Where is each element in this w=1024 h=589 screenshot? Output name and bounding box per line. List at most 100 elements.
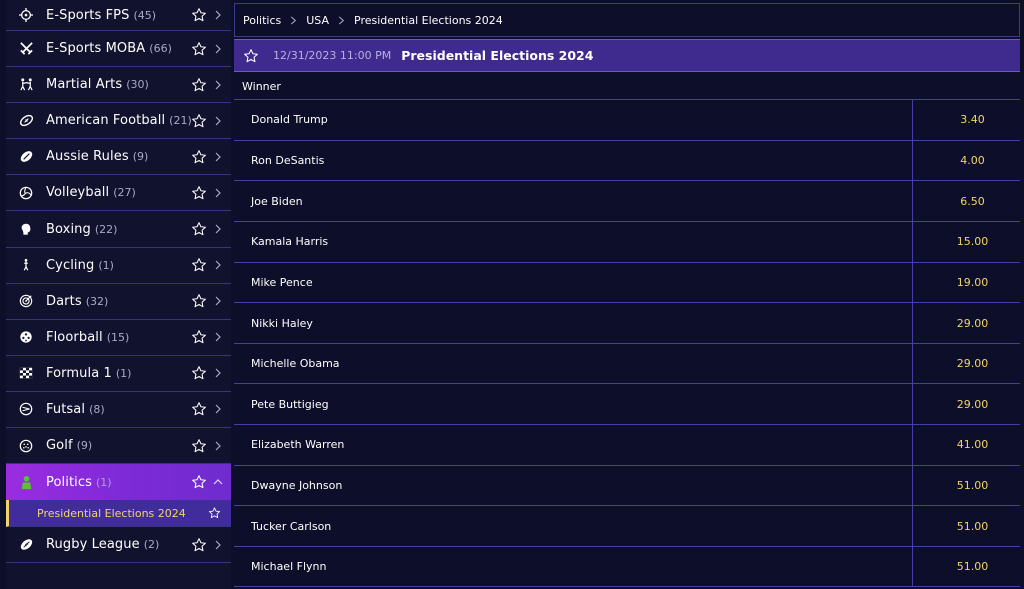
odds-button[interactable]: 29.00 [913,344,1020,384]
politics-person-icon [18,474,34,490]
odds-button[interactable]: 29.00 [913,303,1020,343]
chevron-right-icon[interactable] [213,152,223,162]
sidebar-item-aussie-rules[interactable]: Aussie Rules (9) [6,139,231,176]
sidebar-item-count: (1) [95,475,112,489]
star-icon[interactable] [191,401,207,417]
chevron-right-icon[interactable] [213,188,223,198]
sidebar-item-count: (9) [76,439,93,453]
sidebar-item-floorball[interactable]: Floorball (15) [6,320,231,356]
odds-button[interactable]: 19.00 [913,263,1020,303]
event-title: Presidential Elections 2024 [401,48,594,63]
breadcrumb-item-event: Presidential Elections 2024 [354,13,503,27]
star-icon[interactable] [243,48,259,64]
star-icon[interactable] [191,329,207,345]
chevron-right-icon[interactable] [213,540,223,550]
sidebar-item-count: (2) [143,538,160,552]
runner-name: Nikki Haley [234,303,913,343]
chevron-right-icon [338,15,345,25]
aussie-rules-ball-icon [18,149,34,165]
chevron-right-icon[interactable] [213,44,223,54]
odds-button[interactable]: 51.00 [913,506,1020,546]
sidebar-item-e-sports-fps[interactable]: E-Sports FPS (45) [6,0,231,31]
sidebar-item-martial-arts[interactable]: Martial Arts (30) [6,67,231,104]
sidebar-item-label: Floorball [46,329,103,345]
sidebar-item-label: American Football [46,113,166,129]
table-row: Tucker Carlson 51.00 [234,505,1020,547]
chevron-right-icon[interactable] [213,368,223,378]
table-row: Mike Pence 19.00 [234,261,1020,303]
sidebar-item-rugby-league[interactable]: Rugby League (2) [6,527,231,564]
sidebar-item-futsal[interactable]: Futsal (8) [6,392,231,429]
sidebar-item-count: (22) [94,222,118,236]
sidebar-item-formula-1[interactable]: Formula 1 (1) [6,356,231,392]
chevron-right-icon[interactable] [213,296,223,306]
chevron-right-icon[interactable] [213,10,223,20]
sidebar-item-count: (30) [126,78,149,92]
sidebar-item-golf[interactable]: Golf (9) [6,428,231,465]
star-icon[interactable] [191,185,207,201]
cycling-icon [18,257,34,273]
chevron-right-icon[interactable] [213,404,223,414]
odds-button[interactable]: 6.50 [913,181,1020,221]
odds-button[interactable]: 51.00 [913,547,1020,586]
chevron-right-icon[interactable] [213,224,223,234]
odds-button[interactable]: 51.00 [913,466,1020,506]
star-icon[interactable] [191,77,207,93]
sidebar-item-boxing[interactable]: Boxing (22) [6,211,231,248]
sidebar-item-e-sports-moba[interactable]: E-Sports MOBA (66) [6,31,231,68]
star-icon[interactable] [191,257,207,273]
sidebar-item-count: (8) [89,402,105,416]
chevron-right-icon[interactable] [213,80,223,90]
star-icon[interactable] [191,41,207,57]
chevron-right-icon[interactable] [213,441,223,451]
event-header: 12/31/2023 11:00 PM Presidential Electio… [234,39,1020,72]
sidebar-item-volleyball[interactable]: Volleyball (27) [6,175,231,212]
table-row: Nikki Haley 29.00 [234,302,1020,343]
martial-arts-icon [18,77,34,93]
crossed-swords-icon [18,41,34,57]
star-icon[interactable] [208,507,221,520]
sidebar-subitem-presidential-elections-2024[interactable]: Presidential Elections 2024 [6,500,231,528]
sidebar-item-label: Politics [46,474,92,490]
star-icon[interactable] [191,293,207,309]
chevron-up-icon[interactable] [213,477,223,487]
sidebar-item-label: Golf [46,438,73,454]
runner-name: Dwayne Johnson [234,465,913,506]
star-icon[interactable] [191,438,207,454]
table-row: Elizabeth Warren 41.00 [234,424,1020,465]
table-row: Pete Buttigieg 29.00 [234,383,1020,425]
futsal-icon [18,401,34,417]
sidebar-item-darts[interactable]: Darts (32) [6,284,231,320]
sidebar-item-label: Darts [46,293,82,309]
sidebar-item-label: E-Sports MOBA [46,41,146,57]
chevron-right-icon[interactable] [213,260,223,270]
star-icon[interactable] [191,113,207,129]
event-date: 12/31/2023 11:00 PM [273,49,392,62]
sidebar-item-label: Formula 1 [46,365,112,381]
chevron-right-icon[interactable] [213,332,223,342]
star-icon[interactable] [191,221,207,237]
sports-list: E-Sports FPS (45) E-Sports MOBA (66) Martial… [6,0,231,564]
sidebar-item-american-football[interactable]: American Football (21) [6,103,231,140]
star-icon[interactable] [191,365,207,381]
sidebar-item-label: Futsal [46,401,86,417]
odds-button[interactable]: 29.00 [913,384,1020,424]
odds-button[interactable]: 3.40 [913,100,1020,140]
odds-button[interactable]: 4.00 [913,141,1020,181]
golf-ball-icon [18,438,34,454]
breadcrumb-item-usa[interactable]: USA [306,14,329,27]
chevron-right-icon[interactable] [213,116,223,126]
breadcrumb: Politics USA Presidential Elections 2024 [234,3,1020,37]
runner-name: Donald Trump [234,100,913,140]
star-icon[interactable] [191,149,207,165]
sidebar-item-count: (66) [149,42,172,56]
breadcrumb-item-politics[interactable]: Politics [243,14,281,27]
star-icon[interactable] [191,474,207,490]
odds-button[interactable]: 41.00 [913,425,1020,465]
sidebar-subitem-label: Presidential Elections 2024 [37,506,186,520]
star-icon[interactable] [191,7,207,23]
star-icon[interactable] [191,537,207,553]
sidebar-item-politics[interactable]: Politics (1) [6,464,231,501]
odds-button[interactable]: 15.00 [913,222,1020,262]
sidebar-item-cycling[interactable]: Cycling (1) [6,248,231,284]
